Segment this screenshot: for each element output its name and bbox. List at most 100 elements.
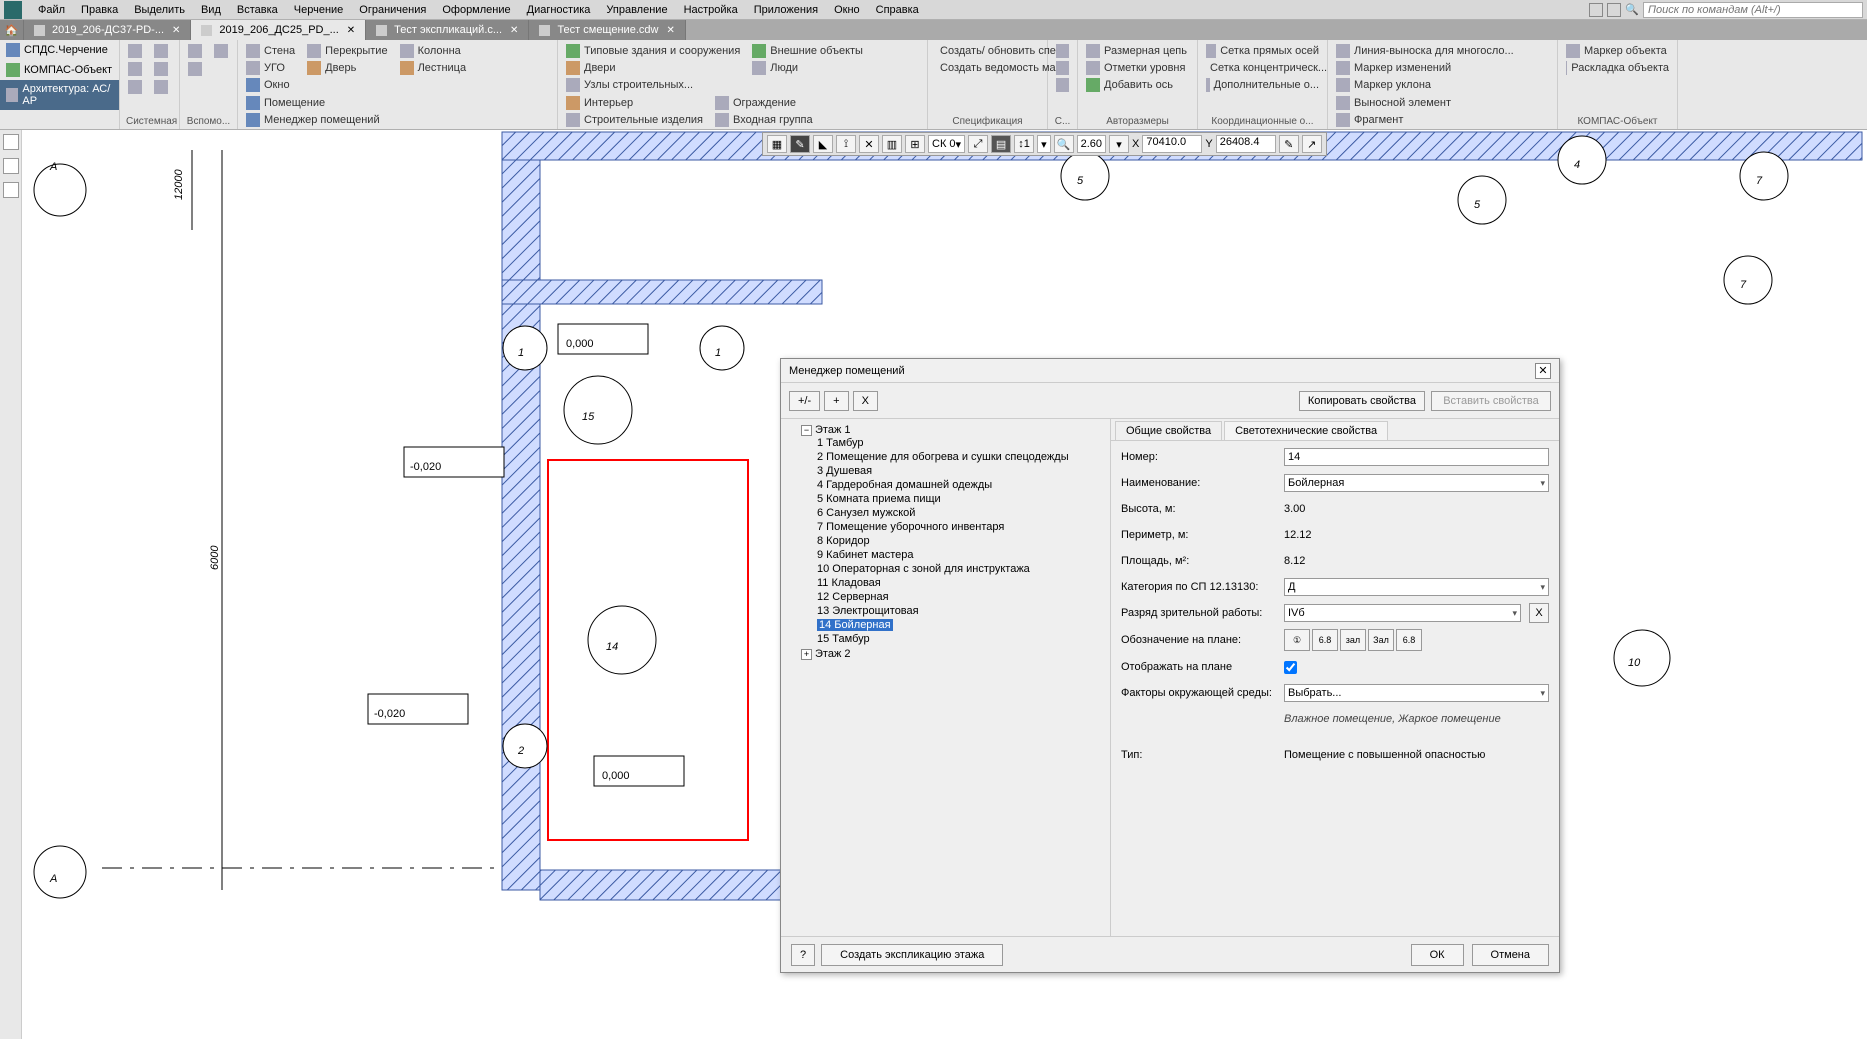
btn-create-list[interactable]: Создать ведомость ма... <box>934 60 1041 76</box>
menu-edit[interactable]: Правка <box>73 2 126 18</box>
paste-props-button[interactable]: Вставить свойства <box>1431 391 1551 411</box>
tree-room-item[interactable]: 8 Коридор <box>815 534 1104 548</box>
plusminus-button[interactable]: +/- <box>789 391 820 411</box>
scale-input[interactable]: ▾ <box>1037 135 1051 153</box>
tree-room-item[interactable]: 1 Тамбур <box>815 436 1104 450</box>
factors-select[interactable]: Выбрать... <box>1284 684 1549 702</box>
btn-s2[interactable] <box>1054 60 1071 76</box>
tree-room-item[interactable]: 12 Серверная <box>815 590 1104 604</box>
btn-slope-marker[interactable]: Маркер уклона <box>1334 77 1516 93</box>
mode-spds[interactable]: СПДС.Черчение <box>0 40 119 60</box>
aux-3[interactable] <box>186 61 204 77</box>
tab-general[interactable]: Общие свойства <box>1115 421 1222 440</box>
btn-entry[interactable]: Входная группа <box>713 112 869 128</box>
btn-s3[interactable] <box>1054 77 1071 93</box>
tool-3[interactable] <box>3 182 19 198</box>
tree-room-item[interactable]: 9 Кабинет мастера <box>815 548 1104 562</box>
prop-btn[interactable]: ⟟ <box>836 135 856 153</box>
menu-styling[interactable]: Оформление <box>434 2 518 18</box>
btn-people[interactable]: Люди <box>750 60 865 76</box>
btn-interior[interactable]: Интерьер <box>564 95 705 111</box>
btn-nodes[interactable]: Узлы строительных... <box>564 77 742 93</box>
btn-window[interactable]: Окно <box>244 77 297 93</box>
btn-conc-grid[interactable]: Сетка концентрическ... <box>1204 60 1321 76</box>
tree-room-item[interactable]: 5 Комната приема пищи <box>815 492 1104 506</box>
command-search-input[interactable] <box>1643 2 1863 18</box>
prop-btn[interactable]: ↕1 <box>1014 135 1034 153</box>
btn-print[interactable] <box>152 61 170 77</box>
delete-button[interactable]: X <box>853 391 878 411</box>
menu-manage[interactable]: Управление <box>598 2 675 18</box>
btn-leader[interactable]: Линия-выноска для многосло... <box>1334 43 1516 59</box>
prop-btn[interactable]: ⊞ <box>905 135 925 153</box>
btn-create-spec[interactable]: Создать/ обновить спе... <box>934 43 1041 59</box>
prop-btn[interactable]: ↗ <box>1302 135 1322 153</box>
btn-fragment[interactable]: Фрагмент <box>1334 112 1453 128</box>
btn-save[interactable] <box>126 61 144 77</box>
mark-icon-1[interactable]: ① <box>1284 629 1310 651</box>
menu-apps[interactable]: Приложения <box>746 2 826 18</box>
close-button[interactable]: ✕ <box>1535 363 1551 379</box>
mark-icon-3[interactable]: зал <box>1340 629 1366 651</box>
btn-s1[interactable] <box>1054 43 1071 59</box>
tool-1[interactable] <box>3 134 19 150</box>
menu-insert[interactable]: Вставка <box>229 2 286 18</box>
scale-val[interactable]: 2.60 <box>1077 135 1106 153</box>
mode-arch[interactable]: Архитектура: АС/АР <box>0 80 119 110</box>
aux-1[interactable] <box>186 43 204 59</box>
menu-help[interactable]: Справка <box>868 2 927 18</box>
menu-view[interactable]: Вид <box>193 2 229 18</box>
btn-build-items[interactable]: Строительные изделия <box>564 112 705 128</box>
help-button[interactable]: ? <box>791 944 815 966</box>
home-tab[interactable]: 🏠 <box>0 20 24 40</box>
mark-icon-5[interactable]: 6.8 <box>1396 629 1422 651</box>
btn-doors[interactable]: Двери <box>564 60 742 76</box>
expander-icon[interactable]: − <box>801 425 812 436</box>
dialog-titlebar[interactable]: Менеджер помещений ✕ <box>781 359 1559 383</box>
tree-room-item[interactable]: 10 Операторная с зоной для инструктажа <box>815 562 1104 576</box>
btn-undo[interactable] <box>126 79 144 95</box>
aux-2[interactable] <box>212 43 230 59</box>
tree-floor-1[interactable]: −Этаж 1 1 Тамбур2 Помещение для обогрева… <box>799 423 1106 647</box>
btn-add-axis[interactable]: Добавить ось <box>1084 77 1191 93</box>
tab-doc-2[interactable]: 2019_206_ДС25_PD_...✕ <box>191 20 366 40</box>
mark-icon-4[interactable]: Зал <box>1368 629 1394 651</box>
prop-btn[interactable]: ✎ <box>1279 135 1299 153</box>
window-icon-1[interactable] <box>1589 3 1603 17</box>
tree-room-item[interactable]: 2 Помещение для обогрева и сушки спецоде… <box>815 450 1104 464</box>
btn-room-manager[interactable]: Менеджер помещений <box>244 112 407 128</box>
tool-2[interactable] <box>3 158 19 174</box>
tree-floor-2[interactable]: +Этаж 2 <box>799 647 1106 661</box>
mode-kompas[interactable]: КОМПАС-Объект <box>0 60 119 80</box>
btn-extra[interactable]: Дополнительные о... <box>1204 77 1321 93</box>
btn-obj-marker[interactable]: Маркер объекта <box>1564 43 1671 59</box>
menu-select[interactable]: Выделить <box>126 2 193 18</box>
btn-buildings[interactable]: Типовые здания и сооружения <box>564 43 742 59</box>
btn-open[interactable] <box>152 43 170 59</box>
tab-lighting[interactable]: Светотехнические свойства <box>1224 421 1388 440</box>
prop-btn[interactable]: ◣ <box>813 135 833 153</box>
prop-btn[interactable]: ▦ <box>767 135 787 153</box>
btn-grid[interactable]: Сетка прямых осей <box>1204 43 1321 59</box>
btn-wall[interactable]: Стена <box>244 43 297 59</box>
btn-detail[interactable]: Выносной элемент <box>1334 95 1453 111</box>
prop-btn[interactable]: ✕ <box>859 135 879 153</box>
mark-icon-2[interactable]: 6.8 <box>1312 629 1338 651</box>
tab-doc-3[interactable]: Тест экспликаций.c...✕ <box>366 20 529 40</box>
btn-level-marks[interactable]: Отметки уровня <box>1084 60 1191 76</box>
tree-room-item[interactable]: 7 Помещение уборочного инвентаря <box>815 520 1104 534</box>
btn-dim-chain[interactable]: Размерная цепь <box>1084 43 1191 59</box>
expander-icon[interactable]: + <box>801 649 812 660</box>
menu-window[interactable]: Окно <box>826 2 868 18</box>
tree-room-item[interactable]: 6 Санузел мужской <box>815 506 1104 520</box>
cancel-button[interactable]: Отмена <box>1472 944 1549 966</box>
menu-constraints[interactable]: Ограничения <box>351 2 434 18</box>
btn-fence[interactable]: Ограждение <box>713 95 869 111</box>
zoom-out[interactable]: 🔍 <box>1054 135 1074 153</box>
tree-room-item[interactable]: 15 Тамбур <box>815 632 1104 646</box>
plus-button[interactable]: + <box>824 391 848 411</box>
room-tree[interactable]: −Этаж 1 1 Тамбур2 Помещение для обогрева… <box>781 419 1111 936</box>
close-icon[interactable]: ✕ <box>172 25 180 36</box>
prop-btn[interactable]: ▤ <box>991 135 1011 153</box>
menu-draft[interactable]: Черчение <box>286 2 352 18</box>
